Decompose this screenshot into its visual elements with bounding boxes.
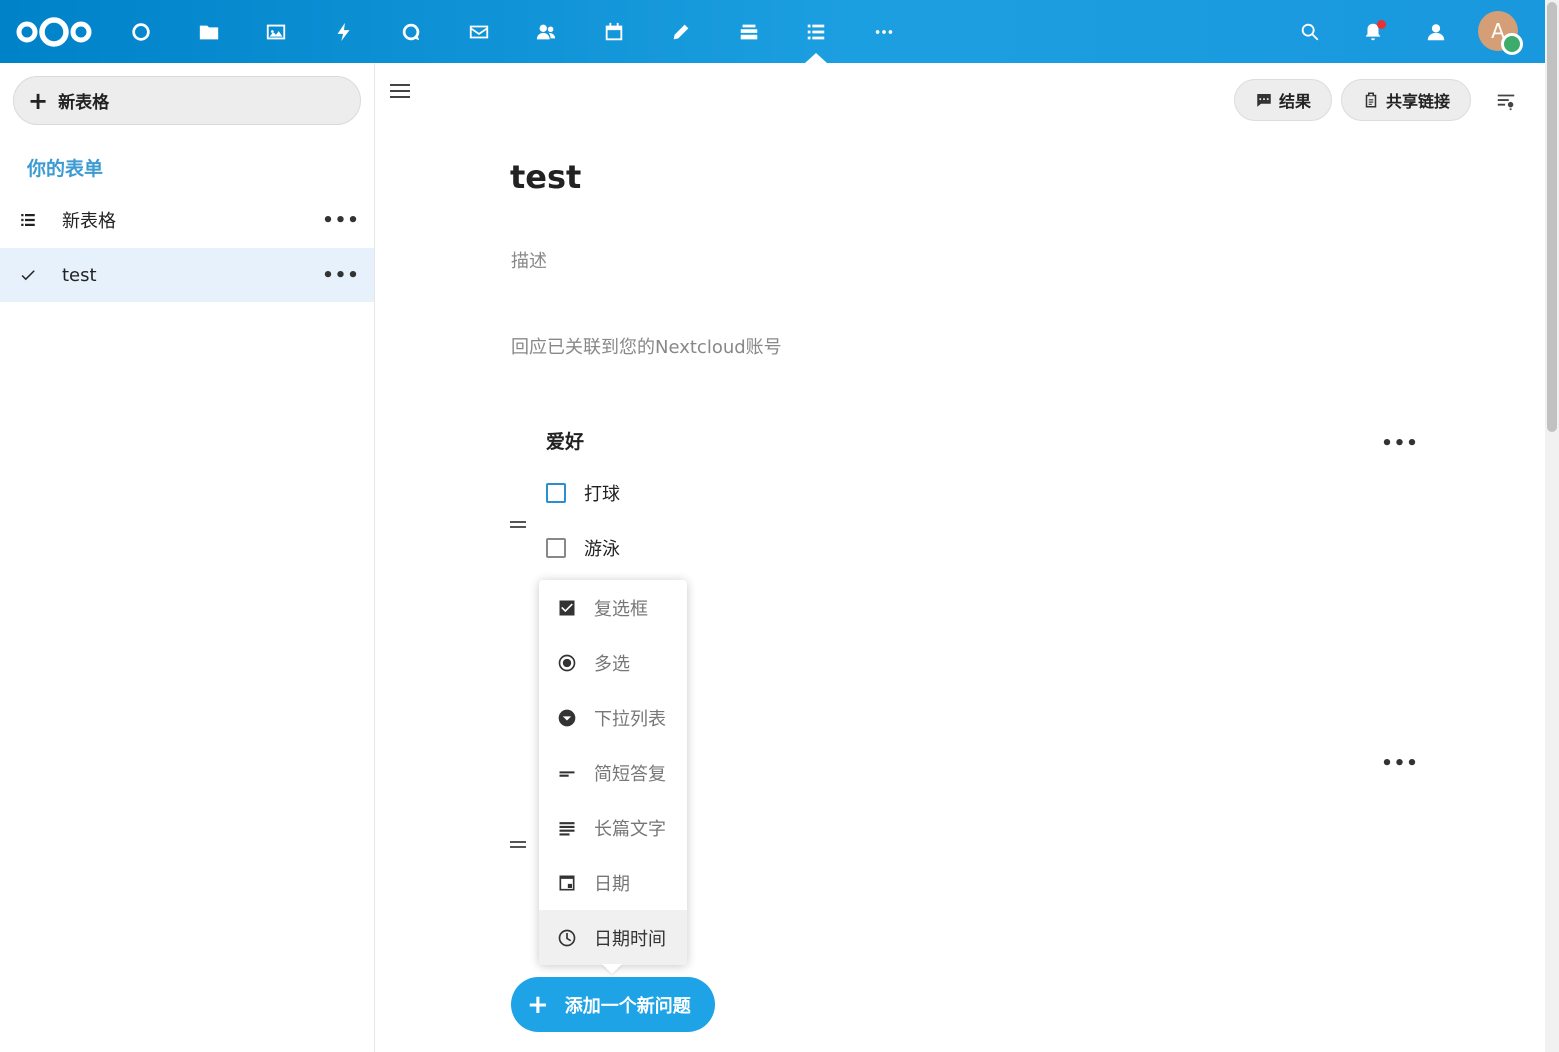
question-drag-handle[interactable]	[510, 841, 526, 851]
form-title[interactable]: test	[510, 158, 581, 196]
long-text-icon	[557, 818, 577, 838]
app-navigation-sidebar: + 新表格 你的表单 新表格 ••• test •••	[0, 63, 375, 1052]
deck-icon[interactable]	[731, 14, 767, 50]
more-actions-icon[interactable]: •••	[322, 262, 359, 288]
share-link-label: 共享链接	[1386, 92, 1451, 111]
menu-item-multiple-choice[interactable]: 多选	[539, 635, 687, 690]
option-row[interactable]: 游泳	[546, 535, 620, 561]
menu-item-label: 多选	[594, 653, 630, 675]
menu-item-label: 日期	[594, 873, 630, 895]
results-label: 结果	[1279, 92, 1312, 111]
contacts-menu-icon[interactable]	[1418, 14, 1454, 50]
contacts-icon[interactable]	[528, 14, 564, 50]
menu-item-long-text[interactable]: 长篇文字	[539, 800, 687, 855]
activity-lightning-icon[interactable]	[326, 14, 362, 50]
question-type-menu: 复选框 多选 下拉列表 简短答复 长篇文字 日期 日期时间	[539, 580, 687, 965]
menu-item-date[interactable]: 日期	[539, 855, 687, 910]
menu-item-label: 复选框	[594, 598, 648, 620]
plus-icon: +	[527, 989, 549, 1020]
scrollbar-thumb[interactable]	[1547, 2, 1557, 432]
page-scrollbar[interactable]	[1545, 0, 1559, 1052]
clipboard-link-icon	[1365, 92, 1377, 108]
active-app-indicator	[805, 53, 827, 63]
talk-chat-icon[interactable]	[393, 14, 429, 50]
question-drag-handle[interactable]	[510, 521, 526, 531]
notes-pencil-icon[interactable]	[663, 14, 699, 50]
menu-item-dropdown[interactable]: 下拉列表	[539, 690, 687, 745]
radio-icon	[557, 653, 577, 673]
option-label: 打球	[584, 484, 620, 505]
more-actions-icon[interactable]: •••	[322, 207, 359, 233]
your-forms-caption: 你的表单	[27, 158, 104, 180]
form-info-text: 回应已关联到您的Nextcloud账号	[511, 337, 782, 358]
menu-item-checkboxes[interactable]: 复选框	[539, 580, 687, 635]
menu-pointer-arrow	[602, 964, 622, 974]
list-icon	[18, 210, 38, 230]
photos-image-icon[interactable]	[258, 14, 294, 50]
dashboard-app-icon[interactable]	[123, 14, 159, 50]
option-checkbox[interactable]	[546, 538, 566, 558]
menu-item-label: 下拉列表	[594, 708, 666, 730]
date-icon	[557, 873, 577, 893]
more-apps-icon[interactable]	[866, 14, 902, 50]
sidebar-item-label: 新表格	[62, 211, 116, 232]
menu-item-label: 日期时间	[594, 928, 666, 950]
toggle-navigation-hamburger-icon[interactable]	[390, 80, 414, 104]
add-question-label: 添加一个新问题	[564, 995, 691, 1017]
question-more-actions-icon[interactable]: •••	[1381, 751, 1418, 775]
menu-item-datetime[interactable]: 日期时间	[539, 910, 687, 965]
forms-list-icon[interactable]	[798, 14, 834, 50]
menu-item-label: 长篇文字	[594, 818, 666, 840]
sidebar-item-new-form[interactable]: 新表格 •••	[0, 193, 374, 247]
clock-icon	[557, 928, 577, 948]
calendar-icon[interactable]	[596, 14, 632, 50]
dropdown-icon	[557, 708, 577, 728]
question-title[interactable]: 爱好	[546, 427, 584, 454]
sidebar-item-label: test	[62, 264, 97, 286]
online-status-badge	[1501, 33, 1523, 55]
sidebar-item-test[interactable]: test •••	[0, 248, 374, 302]
form-description[interactable]: 描述	[511, 247, 547, 273]
notifications-bell-icon[interactable]	[1355, 14, 1391, 50]
plus-icon: +	[28, 86, 49, 115]
comment-icon	[1257, 94, 1271, 107]
add-question-button[interactable]: + 添加一个新问题	[511, 977, 715, 1032]
option-label: 游泳	[584, 539, 620, 560]
new-form-button[interactable]: + 新表格	[13, 76, 361, 125]
notification-dot	[1377, 20, 1386, 29]
share-link-button[interactable]: 共享链接	[1341, 79, 1472, 121]
files-folder-icon[interactable]	[191, 14, 227, 50]
question-more-actions-icon[interactable]: •••	[1381, 431, 1418, 455]
results-button[interactable]: 结果	[1234, 79, 1333, 121]
new-form-label: 新表格	[58, 93, 110, 113]
option-row[interactable]: 打球	[546, 480, 620, 506]
form-settings-icon[interactable]	[1495, 90, 1519, 114]
nextcloud-logo-icon[interactable]	[14, 14, 94, 50]
menu-item-label: 简短答复	[594, 763, 666, 785]
option-checkbox[interactable]	[546, 483, 566, 503]
checkbox-checked-icon	[557, 598, 577, 618]
menu-item-short-answer[interactable]: 简短答复	[539, 745, 687, 800]
search-icon[interactable]	[1292, 14, 1328, 50]
top-header: A	[0, 0, 1545, 63]
short-text-icon	[557, 763, 577, 783]
user-avatar[interactable]: A	[1478, 11, 1523, 55]
mail-icon[interactable]	[461, 14, 497, 50]
check-icon	[18, 265, 38, 285]
